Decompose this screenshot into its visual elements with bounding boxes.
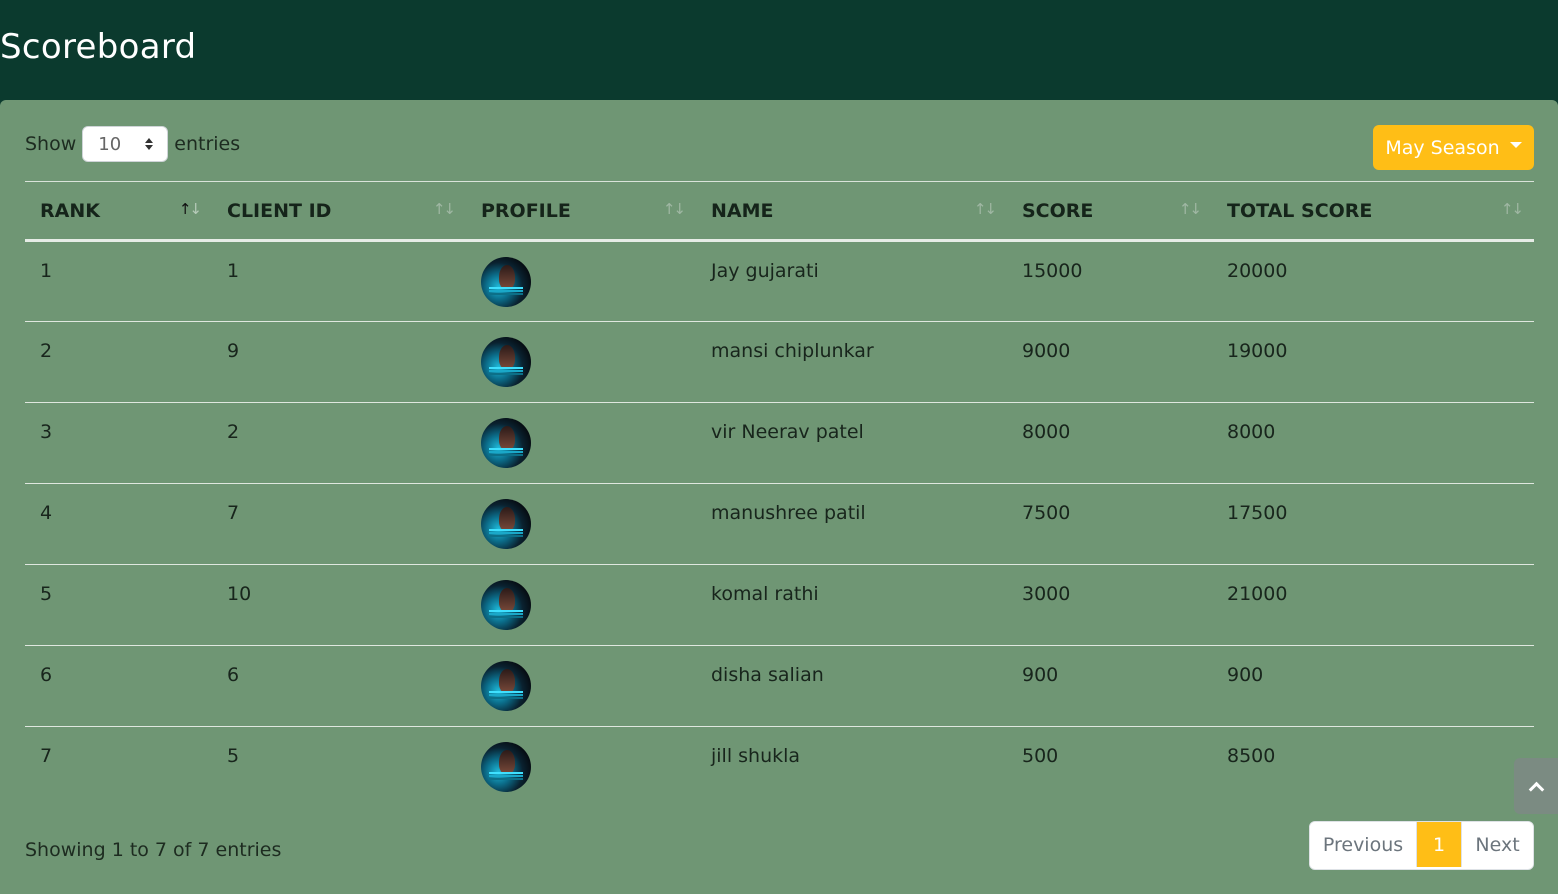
profile-cell	[466, 403, 696, 484]
season-dropdown-button[interactable]: May Season	[1373, 125, 1534, 170]
table-row: 3 2 vir Neerav patel 8000 8000	[25, 403, 1534, 484]
season-label: May Season	[1385, 136, 1500, 159]
score-cell: 7500	[1022, 502, 1071, 524]
entries-length-control: Show 10 entries	[25, 124, 240, 164]
client-id-cell: 9	[227, 340, 240, 362]
column-header-score[interactable]: SCORE ↑↓	[1007, 182, 1212, 241]
page-1-button[interactable]: 1	[1417, 822, 1461, 867]
sort-arrows-icon: ↑↓	[662, 200, 686, 218]
next-page-button[interactable]: Next	[1461, 822, 1533, 867]
name-cell: disha salian	[711, 664, 824, 686]
profile-cell	[466, 646, 696, 727]
avatar	[481, 742, 531, 792]
column-header-rank[interactable]: RANK ↑↓	[25, 182, 212, 241]
column-header-total-score[interactable]: TOTAL SCORE ↑↓	[1212, 182, 1534, 241]
client-id-cell: 2	[227, 421, 240, 443]
column-header-profile[interactable]: PROFILE ↑↓	[466, 182, 696, 241]
total-score-cell: 900	[1227, 664, 1264, 686]
page-length-select[interactable]: 10	[82, 126, 169, 162]
column-header-name[interactable]: NAME ↑↓	[696, 182, 1007, 241]
sort-arrows-icon: ↑↓	[1500, 200, 1524, 218]
sort-arrows-icon: ↑↓	[178, 200, 202, 218]
total-score-cell: 21000	[1227, 583, 1288, 605]
profile-cell	[466, 565, 696, 646]
total-score-cell: 8500	[1227, 745, 1276, 767]
table-row: 5 10 komal rathi 3000 21000	[25, 565, 1534, 646]
rank-cell: 7	[40, 745, 53, 767]
rank-cell: 4	[40, 502, 53, 524]
name-cell: Jay gujarati	[711, 260, 819, 282]
rank-cell: 5	[40, 583, 53, 605]
table-info: Showing 1 to 7 of 7 entries	[25, 839, 282, 861]
table-row: 7 5 jill shukla 500 8500	[25, 727, 1534, 808]
sort-arrows-icon: ↑↓	[973, 200, 997, 218]
score-cell: 900	[1022, 664, 1059, 686]
score-cell: 9000	[1022, 340, 1071, 362]
total-score-cell: 20000	[1227, 260, 1288, 282]
profile-cell	[466, 484, 696, 565]
client-id-cell: 1	[227, 260, 240, 282]
avatar	[481, 580, 531, 630]
score-cell: 3000	[1022, 583, 1071, 605]
avatar	[481, 337, 531, 387]
page-length-value: 10	[98, 133, 122, 155]
client-id-cell: 10	[227, 583, 252, 605]
table-row: 4 7 manushree patil 7500 17500	[25, 484, 1534, 565]
scoreboard-card: Show 10 entries May Season RANK ↑↓ CLIENT…	[0, 100, 1558, 894]
score-cell: 15000	[1022, 260, 1083, 282]
rank-cell: 6	[40, 664, 53, 686]
avatar	[481, 257, 531, 307]
profile-cell	[466, 322, 696, 403]
name-cell: mansi chiplunkar	[711, 340, 874, 362]
score-cell: 500	[1022, 745, 1059, 767]
table-row: 6 6 disha salian 900 900	[25, 646, 1534, 727]
profile-cell	[466, 727, 696, 808]
client-id-cell: 7	[227, 502, 240, 524]
client-id-cell: 6	[227, 664, 240, 686]
score-cell: 8000	[1022, 421, 1071, 443]
page-title: Scoreboard	[0, 27, 197, 67]
name-cell: manushree patil	[711, 502, 866, 524]
client-id-cell: 5	[227, 745, 240, 767]
name-cell: komal rathi	[711, 583, 819, 605]
total-score-cell: 19000	[1227, 340, 1288, 362]
column-header-client-id[interactable]: CLIENT ID ↑↓	[212, 182, 466, 241]
up-down-icon	[145, 138, 154, 150]
sort-arrows-icon: ↑↓	[1178, 200, 1202, 218]
name-cell: vir Neerav patel	[711, 421, 864, 443]
avatar	[481, 661, 531, 711]
rank-cell: 2	[40, 340, 53, 362]
total-score-cell: 17500	[1227, 502, 1288, 524]
total-score-cell: 8000	[1227, 421, 1276, 443]
entries-label: entries	[174, 133, 241, 155]
page-header: Scoreboard	[0, 0, 1558, 100]
table-header-row: RANK ↑↓ CLIENT ID ↑↓ PROFILE ↑↓ NAME ↑↓ SCOR…	[25, 181, 1534, 241]
avatar	[481, 418, 531, 468]
scoreboard-table: RANK ↑↓ CLIENT ID ↑↓ PROFILE ↑↓ NAME ↑↓ SCOR…	[25, 181, 1534, 808]
table-row: 2 9 mansi chiplunkar 9000 19000	[25, 322, 1534, 403]
avatar	[481, 499, 531, 549]
profile-cell	[466, 241, 696, 322]
pagination: Previous 1 Next	[1309, 821, 1534, 870]
scroll-to-top-button[interactable]	[1514, 758, 1558, 814]
show-label: Show	[25, 133, 77, 155]
table-row: 1 1 Jay gujarati 15000 20000	[25, 241, 1534, 322]
rank-cell: 3	[40, 421, 53, 443]
rank-cell: 1	[40, 260, 53, 282]
sort-arrows-icon: ↑↓	[432, 200, 456, 218]
chevron-up-icon	[1528, 781, 1544, 797]
name-cell: jill shukla	[711, 745, 801, 767]
previous-page-button[interactable]: Previous	[1310, 822, 1417, 867]
caret-down-icon	[1509, 141, 1522, 148]
